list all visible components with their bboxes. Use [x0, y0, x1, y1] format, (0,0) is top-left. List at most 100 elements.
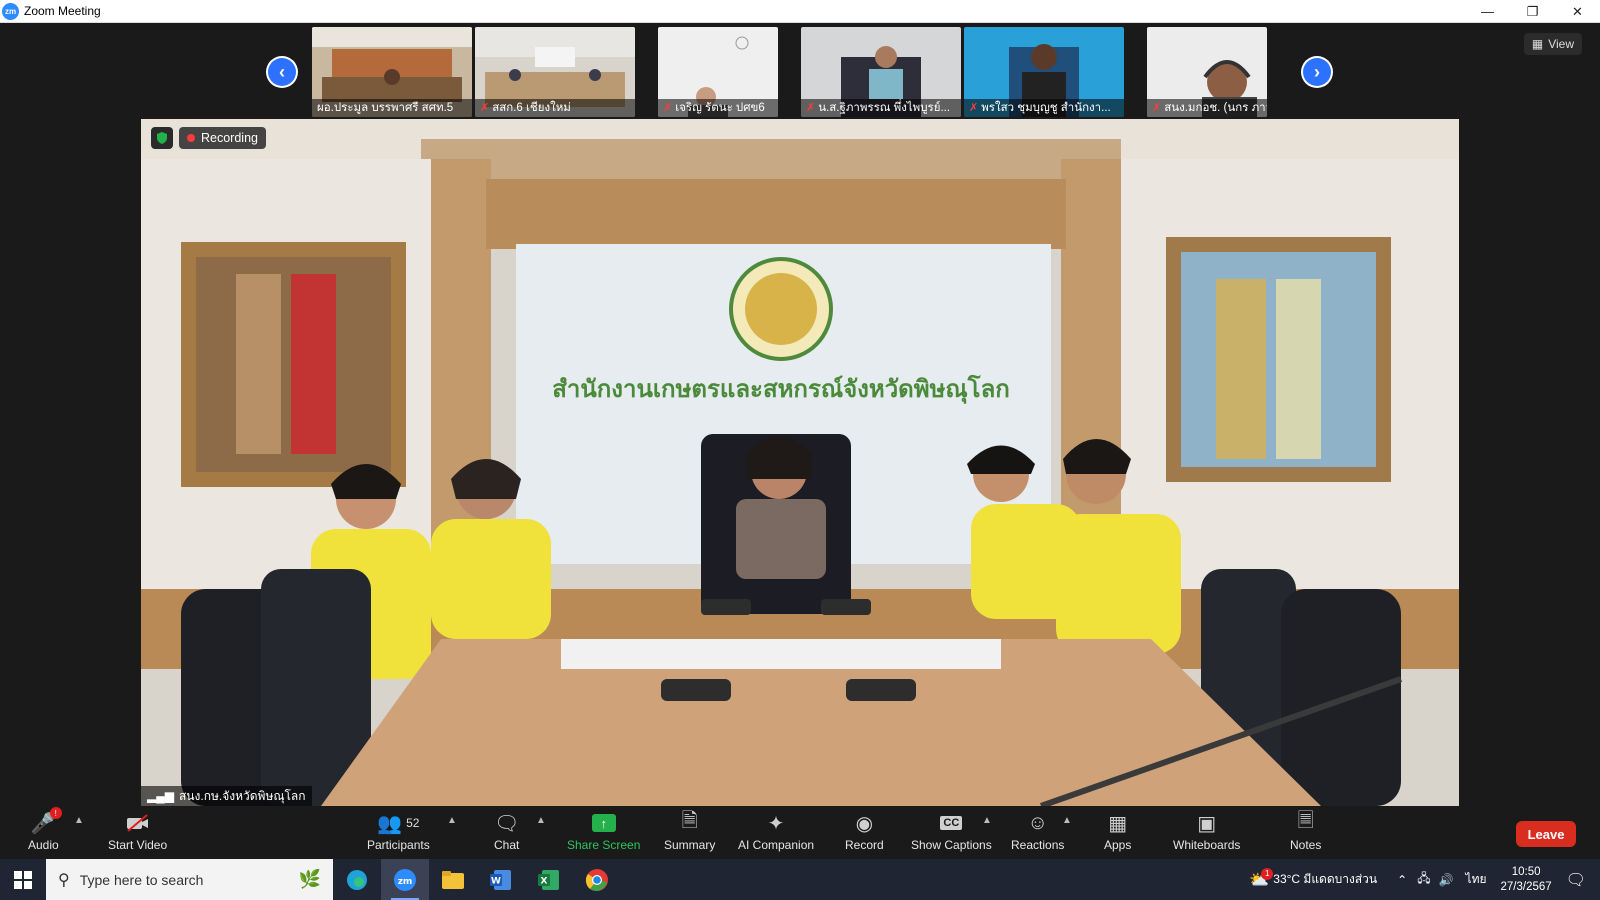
participant-tile[interactable]: ✗ น.ส.ฐิภาพรรณ พึ่งไพบูรย์... — [801, 27, 961, 117]
chat-options-caret[interactable]: ▲ — [536, 815, 546, 826]
share-screen-button[interactable]: ↑ Share Screen — [567, 811, 640, 852]
participant-name: ✗ น.ส.ฐิภาพรรณ พึ่งไพบูรย์... — [801, 99, 961, 117]
minimize-button[interactable]: — — [1465, 0, 1510, 23]
taskbar-search-input[interactable]: ⚲ Type here to search 🌿 — [46, 859, 333, 900]
conference-room-scene: สำนักงานเกษตรและสหกรณ์จังหวัดพิษณุโลก — [141, 119, 1459, 806]
clock-time: 10:50 — [1511, 865, 1541, 878]
clock[interactable]: 10:50 27/3/2567 — [1501, 865, 1552, 895]
gallery-next-button[interactable]: › — [1301, 56, 1333, 88]
edge-browser-icon — [347, 869, 367, 890]
shield-icon[interactable] — [151, 127, 173, 149]
chat-icon: 🗨 — [494, 812, 520, 835]
svg-text:W: W — [491, 876, 501, 886]
window-title: Zoom Meeting — [24, 4, 101, 18]
chevron-right-icon: › — [1303, 58, 1331, 86]
show-captions-button[interactable]: CC Show Captions — [911, 811, 992, 852]
main-speaker-video[interactable]: สำนักงานเกษตรและสหกรณ์จังหวัดพิษณุโลก Re… — [141, 119, 1459, 806]
apps-icon: ▦ — [1108, 812, 1128, 835]
participant-tile[interactable]: ✗ สสก.6 เชียงใหม่ — [475, 27, 635, 117]
sparkle-icon: ✦ — [767, 812, 785, 835]
reactions-icon: ☺ — [1027, 811, 1048, 834]
participant-name: ✗ พรใสว ชุมบุญชู สำนักงา... — [964, 99, 1124, 117]
folder-icon — [442, 870, 464, 889]
audio-button[interactable]: 🎤! Audio — [28, 807, 62, 852]
mic-muted-icon: ✗ — [806, 102, 816, 114]
participants-button[interactable]: 👥 52 Participants — [367, 811, 430, 853]
start-video-label: Start Video — [108, 838, 168, 852]
recording-label: Recording — [201, 131, 258, 145]
notes-icon: 🗏 — [1297, 810, 1314, 832]
participants-label: Participants — [367, 838, 430, 852]
gallery-strip: ‹ ผอ.ประมูล บรรพาศรี สศท.5 ✗ สสก.6 เชียง… — [0, 25, 1600, 117]
summary-button[interactable]: 🗎 Summary — [664, 810, 715, 852]
notes-button[interactable]: 🗏 Notes — [1290, 810, 1321, 852]
mic-muted-icon: ✗ — [1152, 102, 1162, 114]
record-button[interactable]: ◉ Record — [845, 811, 884, 853]
participant-tile[interactable]: ✗ พรใสว ชุมบุญชู สำนักงา... — [964, 27, 1124, 117]
svg-text:zm: zm — [398, 877, 413, 887]
windows-logo-icon — [14, 870, 32, 889]
participant-tile[interactable]: ✗สนง.มกอช. (นกร ภาวรา... — [1147, 27, 1267, 117]
weather-notification-badge: 1 — [1261, 867, 1274, 880]
zoom-app-icon: zm — [394, 868, 416, 891]
zoom-app-button[interactable]: zm — [381, 859, 429, 900]
apps-button[interactable]: ▦ Apps — [1104, 811, 1131, 853]
share-screen-label: Share Screen — [567, 838, 641, 852]
weather-icon[interactable]: ⛅ 1 — [1249, 867, 1274, 890]
mic-muted-icon: ✗ — [480, 102, 490, 114]
excel-app-button[interactable]: X — [525, 859, 573, 900]
reactions-label: Reactions — [1011, 838, 1065, 852]
whiteboards-button[interactable]: ▣ Whiteboards — [1173, 811, 1241, 853]
participants-options-caret[interactable]: ▲ — [447, 815, 457, 826]
clock-date: 27/3/2567 — [1500, 880, 1552, 893]
participants-icon: 👥 52 — [377, 812, 420, 835]
window-controls: — ❐ ✕ — [1465, 0, 1600, 23]
mic-muted-icon: ✗ — [969, 102, 979, 114]
chevron-up-icon[interactable]: ⌃ — [1397, 873, 1407, 887]
volume-icon[interactable]: 🔊 — [1439, 873, 1454, 887]
audio-alert-badge: ! — [49, 807, 62, 819]
word-app-button[interactable]: W — [477, 859, 525, 900]
edge-app-button[interactable] — [333, 859, 381, 900]
reactions-options-caret[interactable]: ▲ — [1062, 815, 1072, 826]
grid-icon: ▦ — [1531, 37, 1544, 51]
audio-options-caret[interactable]: ▲ — [74, 815, 84, 826]
meeting-stage: ‹ ผอ.ประมูล บรรพาศรี สศท.5 ✗ สสก.6 เชียง… — [0, 23, 1600, 807]
leave-button[interactable]: Leave — [1516, 821, 1576, 847]
participant-name: ✗สนง.มกอช. (นกร ภาวรา... — [1147, 99, 1267, 117]
word-icon: W — [490, 869, 511, 890]
participant-tile[interactable]: ✗ เจริญ รัตนะ ปศข6 — [658, 27, 778, 117]
system-tray: ⛅ 1 33°C มีแดดบางส่วน ⌃ 🖧 🔊 ไทย 10:50 27/… — [1249, 859, 1600, 900]
search-highlight-icon: 🌿 — [298, 869, 321, 889]
start-button[interactable] — [0, 859, 46, 900]
svg-text:X: X — [541, 876, 548, 886]
meeting-toolbar: 🎤! Audio ▲ Start Video 👥 52 Participants … — [0, 807, 1600, 859]
weather-text[interactable]: 33°C มีแดดบางส่วน — [1273, 870, 1377, 889]
recording-indicator[interactable]: Recording — [151, 127, 266, 149]
recording-badge[interactable]: Recording — [179, 127, 266, 149]
microphone-icon: 🎤! — [31, 807, 62, 835]
start-video-button[interactable]: Start Video — [108, 811, 167, 852]
excel-icon: X — [538, 869, 559, 890]
notification-center-icon[interactable]: 🗨 — [1566, 870, 1586, 890]
speaker-name-tag: ▂▄▆ สนง.กษ.จังหวัดพิษณุโลก — [141, 786, 312, 806]
audio-label: Audio — [28, 838, 59, 852]
search-placeholder: Type here to search — [79, 871, 204, 888]
file-explorer-button[interactable] — [429, 859, 477, 900]
record-label: Record — [845, 838, 884, 852]
chrome-app-button[interactable] — [573, 859, 621, 900]
participant-name: ✗ เจริญ รัตนะ ปศข6 — [658, 99, 778, 117]
network-icon[interactable]: 🖧 — [1417, 869, 1430, 890]
gallery-prev-button[interactable]: ‹ — [266, 56, 298, 88]
chat-button[interactable]: 🗨 Chat — [494, 811, 520, 853]
show-captions-label: Show Captions — [911, 838, 992, 852]
participant-tile[interactable]: ผอ.ประมูล บรรพาศรี สศท.5 — [312, 27, 472, 117]
view-button[interactable]: ▦ View — [1523, 33, 1582, 55]
reactions-button[interactable]: ☺ Reactions — [1011, 811, 1065, 853]
whiteboards-label: Whiteboards — [1173, 838, 1241, 852]
close-button[interactable]: ✕ — [1555, 0, 1600, 23]
restore-button[interactable]: ❐ — [1510, 0, 1555, 23]
captions-options-caret[interactable]: ▲ — [982, 815, 992, 826]
ai-companion-button[interactable]: ✦ AI Companion — [738, 811, 814, 853]
language-indicator[interactable]: ไทย — [1466, 870, 1487, 889]
